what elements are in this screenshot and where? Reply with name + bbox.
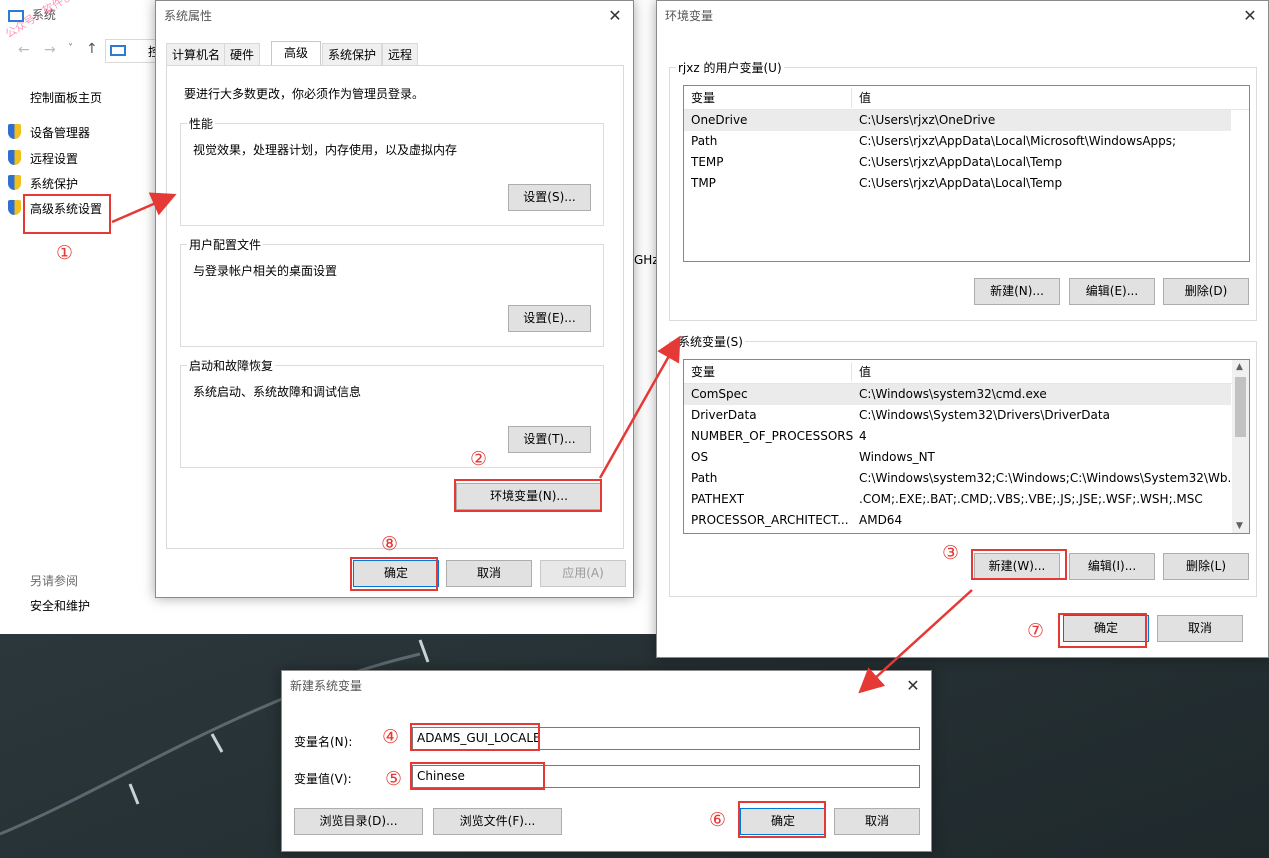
arrow-1-to-sysprops	[111, 192, 177, 224]
arrow-3-to-newvar	[858, 589, 973, 694]
arrow-2-to-envvars	[598, 335, 681, 479]
annotation-arrows	[111, 192, 973, 694]
